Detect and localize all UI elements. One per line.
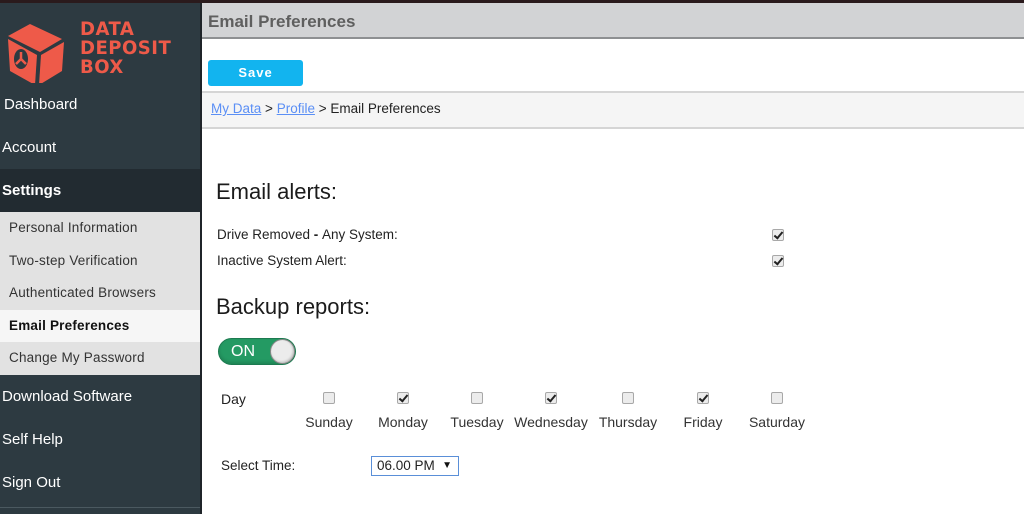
page-title: Email Preferences bbox=[208, 12, 356, 31]
drive-removed-dash: - bbox=[313, 227, 323, 242]
day-checkbox-sunday[interactable] bbox=[323, 392, 335, 404]
breadcrumb: My Data > Profile > Email Preferences bbox=[211, 101, 441, 116]
backup-reports-heading: Backup reports: bbox=[216, 294, 371, 319]
submenu-item-authenticated-browsers[interactable]: Authenticated Browsers bbox=[0, 277, 200, 310]
logo[interactable]: DATA DEPOSIT BOX bbox=[0, 11, 200, 83]
breadcrumb-separator: > bbox=[265, 101, 273, 116]
drive-removed-label: Drive Removed - Any System: bbox=[217, 227, 398, 242]
drive-removed-text: Drive Removed bbox=[217, 227, 314, 242]
logo-line-3: BOX bbox=[80, 56, 124, 78]
day-checkbox-tuesday[interactable] bbox=[471, 392, 483, 404]
dropdown-arrow-icon: ▼ bbox=[442, 460, 452, 471]
day-checkbox-monday[interactable] bbox=[397, 392, 409, 404]
select-time-label: Select Time: bbox=[221, 458, 296, 473]
breadcrumb-link-profile[interactable]: Profile bbox=[277, 101, 315, 116]
sidebar: DATA DEPOSIT BOX Dashboard Account Setti… bbox=[0, 3, 200, 514]
drive-removed-checkbox[interactable] bbox=[772, 229, 784, 241]
day-checkbox-saturday[interactable] bbox=[771, 392, 783, 404]
backup-reports-toggle[interactable]: ON bbox=[218, 338, 296, 365]
save-button[interactable]: Save bbox=[208, 60, 303, 86]
sidebar-item-self-help[interactable]: Self Help bbox=[0, 418, 200, 461]
sidebar-item-settings[interactable]: Settings bbox=[0, 169, 200, 212]
submenu-item-change-my-password[interactable]: Change My Password bbox=[0, 342, 200, 375]
breadcrumb-link-my-data[interactable]: My Data bbox=[211, 101, 261, 116]
day-checkbox-friday[interactable] bbox=[697, 392, 709, 404]
breadcrumb-separator: > bbox=[318, 101, 327, 116]
header-bar: Email Preferences bbox=[202, 3, 1024, 39]
inactive-system-alert-checkbox[interactable] bbox=[772, 255, 784, 267]
sidebar-item-sign-out[interactable]: Sign Out bbox=[0, 461, 200, 504]
sidebar-item-dashboard[interactable]: Dashboard bbox=[0, 83, 200, 126]
sidebar-item-download-software[interactable]: Download Software bbox=[0, 375, 200, 418]
day-label: Day bbox=[221, 391, 246, 407]
submenu-item-email-preferences[interactable]: Email Preferences bbox=[0, 309, 200, 342]
select-time-dropdown[interactable]: 06.00 PM ▼ bbox=[371, 456, 459, 476]
day-label-saturday: Saturday bbox=[748, 414, 806, 430]
settings-submenu: Personal Information Two-step Verificati… bbox=[0, 212, 200, 375]
day-checkbox-wednesday[interactable] bbox=[545, 392, 557, 404]
toggle-state-label: ON bbox=[231, 343, 255, 360]
sidebar-item-account[interactable]: Account bbox=[0, 126, 200, 169]
email-alerts-heading: Email alerts: bbox=[216, 179, 338, 204]
breadcrumb-current: Email Preferences bbox=[330, 101, 441, 116]
submenu-item-two-step-verification[interactable]: Two-step Verification bbox=[0, 245, 200, 278]
submenu-item-personal-information[interactable]: Personal Information bbox=[0, 212, 200, 245]
drive-removed-scope: Any System: bbox=[322, 227, 398, 242]
select-time-value: 06.00 PM bbox=[377, 458, 435, 473]
sidebar-divider bbox=[0, 507, 200, 508]
breadcrumb-bar: My Data > Profile > Email Preferences bbox=[202, 91, 1024, 129]
main-content: Email Preferences Save My Data > Profile… bbox=[202, 3, 1024, 514]
logo-cube-icon bbox=[8, 24, 64, 83]
inactive-system-alert-label: Inactive System Alert: bbox=[217, 253, 347, 268]
toggle-knob bbox=[270, 339, 295, 364]
logo-text: DATA DEPOSIT BOX bbox=[80, 20, 171, 77]
day-checkbox-thursday[interactable] bbox=[622, 392, 634, 404]
